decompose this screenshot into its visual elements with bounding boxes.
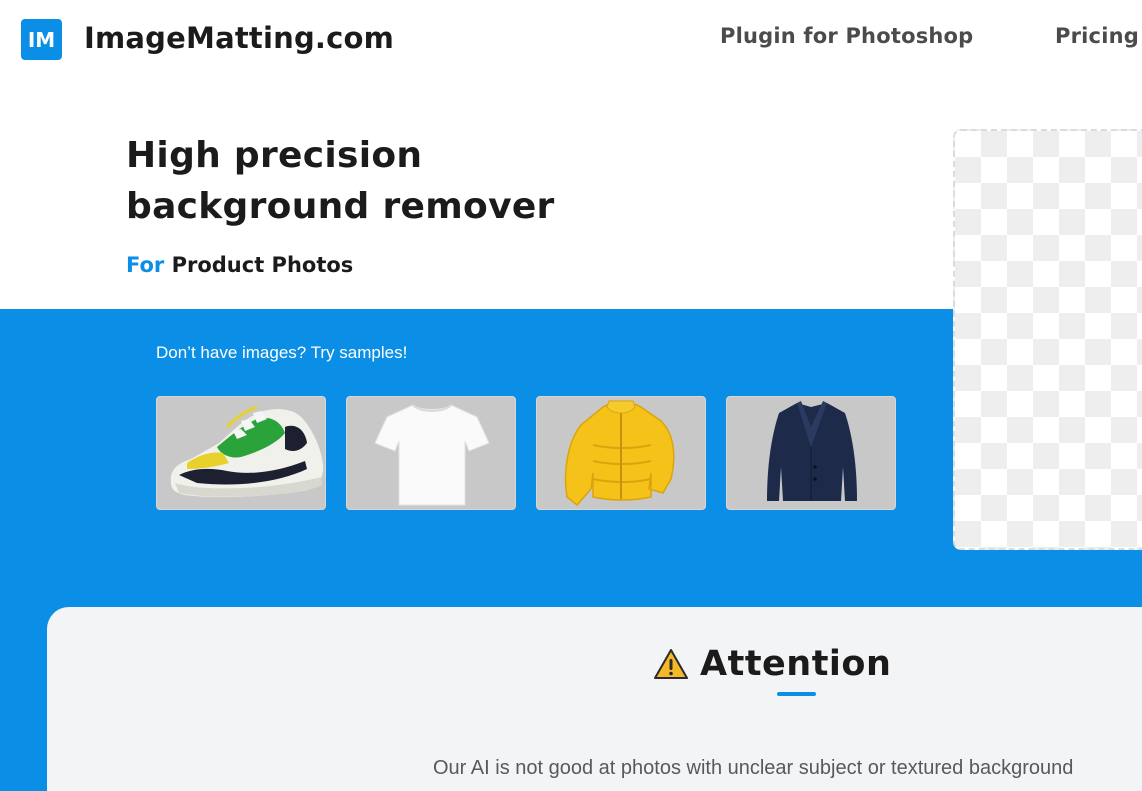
attention-heading: Attention	[654, 640, 891, 688]
image-upload-dropzone[interactable]	[953, 129, 1142, 550]
hero-title-line-1: High precision	[126, 135, 423, 176]
attention-title: Attention	[700, 644, 892, 684]
tshirt-image	[374, 404, 490, 506]
sample-sneaker[interactable]	[156, 396, 326, 510]
hero-subtitle: For Product Photos	[126, 253, 353, 277]
page: IM ImageMatting.com Plugin for Photoshop…	[0, 0, 1142, 791]
hero-subtitle-rest: Product Photos	[171, 253, 354, 277]
sample-tshirt[interactable]	[346, 396, 516, 510]
warning-icon	[654, 649, 688, 679]
puffer-jacket-image	[564, 400, 675, 507]
hero-title: High precision background remover	[126, 130, 555, 232]
samples-label: Don’t have images? Try samples!	[156, 343, 408, 362]
sample-puffer-jacket[interactable]	[536, 396, 706, 510]
attention-underline	[777, 692, 816, 696]
blazer-image	[767, 401, 857, 501]
attention-body: Our AI is not good at photos with unclea…	[433, 757, 1074, 779]
nav-plugin-for-photoshop[interactable]: Plugin for Photoshop	[720, 24, 973, 48]
logo-badge[interactable]: IM	[21, 19, 62, 60]
sample-blazer[interactable]	[726, 396, 896, 510]
hero-title-line-2: background remover	[126, 186, 555, 227]
nav-pricing[interactable]: Pricing	[1055, 24, 1139, 48]
sneaker-image	[170, 405, 324, 498]
logo-text[interactable]: ImageMatting.com	[84, 21, 394, 55]
hero-subtitle-for: For	[126, 253, 165, 277]
